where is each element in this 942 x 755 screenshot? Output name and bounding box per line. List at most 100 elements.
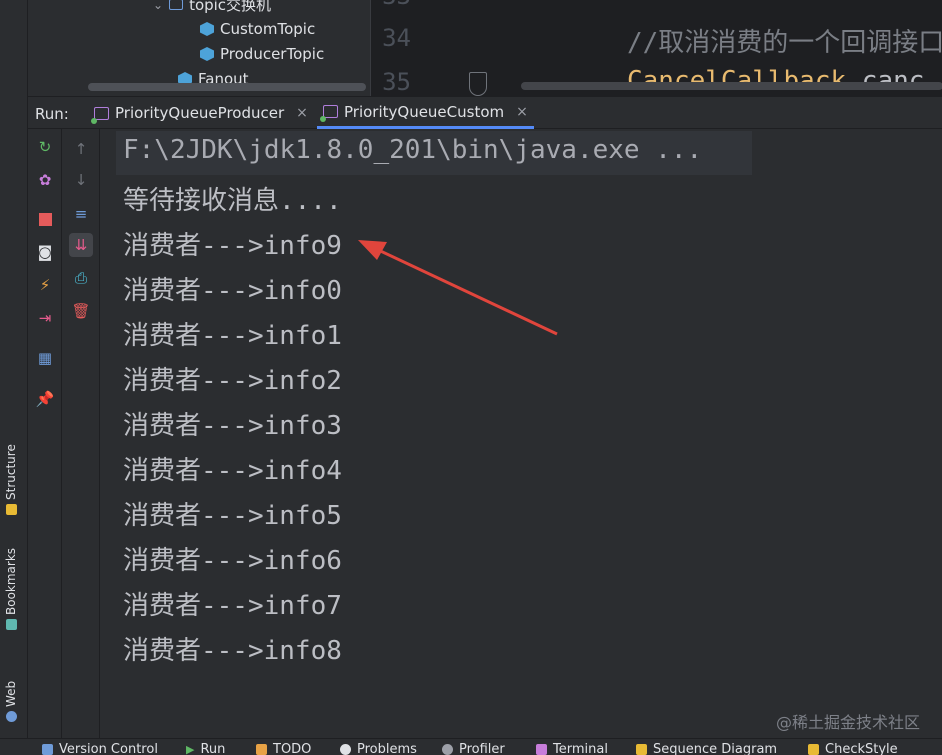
soft-wrap-icon[interactable]: ≡ (69, 202, 93, 226)
code-comment-line: //取消消费的一个回调接口 (627, 28, 942, 58)
bottom-item-label: Sequence Diagram (653, 742, 778, 755)
bottom-item-label: CheckStyle (825, 742, 898, 755)
print-icon[interactable]: ⎙ (69, 266, 93, 290)
console-line: 等待接收消息.... (123, 186, 342, 216)
scroll-to-end-icon[interactable]: ⇊ (69, 233, 93, 257)
problems-icon (340, 744, 351, 755)
console-line: 消费者--->info2 (123, 366, 342, 396)
structure-tab[interactable]: Structure (4, 444, 18, 515)
console-line: 消费者--->info9 (123, 231, 342, 261)
console-line: 消费者--->info1 (123, 321, 342, 351)
terminal-button[interactable]: Terminal (536, 742, 608, 755)
problems-button[interactable]: Problems (340, 742, 417, 755)
run-tool-header: Run: PriorityQueueProducer × PriorityQue… (28, 96, 942, 129)
bottom-item-label: TODO (273, 742, 312, 755)
profiler-icon (442, 744, 453, 755)
run-config-icon (91, 106, 109, 124)
down-arrow-icon[interactable]: ↓ (69, 168, 93, 192)
tree-item-label: topic交换机 (189, 0, 272, 14)
bottom-item-label: Run (200, 742, 226, 755)
layout-icon[interactable]: ▦ (33, 346, 57, 370)
tab-label: PriorityQueueProducer (115, 104, 285, 122)
play-icon: ▶ (186, 743, 195, 755)
tree-item-label: ProducerTopic (220, 45, 325, 63)
code-line: CancelCallback canc (627, 66, 924, 96)
tab-priorityqueueproducer[interactable]: PriorityQueueProducer × (88, 97, 314, 129)
stop-icon[interactable] (33, 207, 57, 231)
web-tab-label: Web (4, 680, 18, 707)
web-tab[interactable]: Web (4, 681, 18, 722)
camera-icon[interactable]: ◙ (33, 240, 57, 264)
terminal-icon (536, 744, 547, 755)
line-number: 34 (382, 24, 411, 52)
console-line: 消费者--->info8 (123, 636, 342, 666)
bookmarks-tab[interactable]: Bookmarks (4, 548, 18, 630)
tab-label: PriorityQueueCustom (344, 102, 505, 121)
tree-item-customtopic[interactable]: CustomTopic (200, 20, 315, 38)
package-icon (169, 0, 184, 10)
plug-icon[interactable]: ⚡ (33, 273, 57, 297)
annotation-arrow-shaft (371, 245, 558, 336)
structure-tab-label: Structure (4, 444, 18, 500)
editor-scrollbar[interactable] (521, 82, 942, 90)
tab-priorityqueuecustom[interactable]: PriorityQueueCustom × (317, 97, 534, 129)
project-tree: ⌄ topic交换机 CustomTopic ProducerTopic Fan… (28, 0, 370, 96)
console-line: 消费者--->info3 (123, 411, 342, 441)
console-line: 消费者--->info4 (123, 456, 342, 486)
run-toolbar-secondary: ↑ ↓ ≡ ⇊ ⎙ 🗑 (62, 129, 100, 738)
horizontal-scrollbar[interactable] (88, 83, 366, 91)
globe-icon (5, 711, 17, 722)
console-output[interactable]: F:\2JDK\jdk1.8.0_201\bin\java.exe ... 等待… (100, 129, 942, 738)
bookmarks-tab-label: Bookmarks (4, 547, 18, 615)
code-type-token: CancelCallback (627, 66, 847, 96)
sequence-diagram-button[interactable]: Sequence Diagram (636, 742, 777, 755)
todo-icon (256, 744, 267, 755)
class-icon (200, 22, 214, 36)
pin-icon[interactable]: 📌 (33, 387, 57, 411)
run-button[interactable]: ▶ Run (186, 742, 225, 755)
line-number: 33 (382, 0, 411, 10)
run-config-icon (320, 105, 338, 122)
bottom-item-label: Terminal (553, 742, 608, 755)
command-line: F:\2JDK\jdk1.8.0_201\bin\java.exe ... (123, 135, 703, 165)
ide-window: Structure Bookmarks Web ⌄ topic交换机 Custo… (0, 0, 942, 755)
settings-icon[interactable]: ✿ (33, 168, 57, 192)
line-gutter: 33 34 35 (371, 0, 481, 96)
bottom-item-label: Profiler (459, 742, 505, 755)
console-line: 消费者--->info6 (123, 546, 342, 576)
watermark: @稀土掘金技术社区 (775, 713, 920, 732)
bottom-item-label: Problems (357, 742, 417, 755)
console-line: 消费者--->info7 (123, 591, 342, 621)
checkstyle-button[interactable]: CheckStyle (808, 742, 898, 755)
exit-icon[interactable]: ⇥ (33, 306, 57, 330)
bottom-item-label: Version Control (59, 742, 158, 755)
annotation-arrow-head (358, 240, 387, 260)
todo-button[interactable]: TODO (256, 742, 311, 755)
structure-icon (5, 504, 17, 515)
class-icon (200, 47, 214, 61)
close-icon[interactable]: × (296, 105, 308, 121)
code-editor[interactable]: 33 34 35 //取消消费的一个回调接口 CancelCallback ca… (370, 0, 942, 96)
console-line: 消费者--->info5 (123, 501, 342, 531)
up-arrow-icon[interactable]: ↑ (69, 137, 93, 161)
checkstyle-icon (808, 744, 819, 755)
tree-item-topic-package[interactable]: ⌄ topic交换机 (153, 0, 271, 15)
profiler-button[interactable]: Profiler (442, 742, 505, 755)
tree-item-label: CustomTopic (220, 20, 316, 38)
branch-icon (42, 744, 53, 755)
bottom-tool-bar: Version Control ▶ Run TODO Problems Prof… (0, 738, 942, 755)
diagram-icon (636, 744, 647, 755)
line-number: 35 (382, 68, 411, 96)
trash-icon[interactable]: 🗑 (69, 299, 93, 323)
close-icon[interactable]: × (516, 104, 528, 120)
left-tool-strip: Structure Bookmarks Web (0, 0, 28, 738)
code-ident-token: canc (846, 66, 925, 96)
run-label: Run: (35, 105, 69, 123)
fold-marker-icon[interactable] (469, 72, 487, 96)
tree-item-producertopic[interactable]: ProducerTopic (200, 45, 324, 63)
rerun-icon[interactable]: ↻ (33, 135, 57, 159)
bookmark-icon (5, 619, 17, 630)
run-toolbar-primary: ↻ ✿ ◙ ⚡ ⇥ ▦ 📌 (28, 129, 62, 738)
version-control-button[interactable]: Version Control (42, 742, 158, 755)
console-line: 消费者--->info0 (123, 276, 342, 306)
